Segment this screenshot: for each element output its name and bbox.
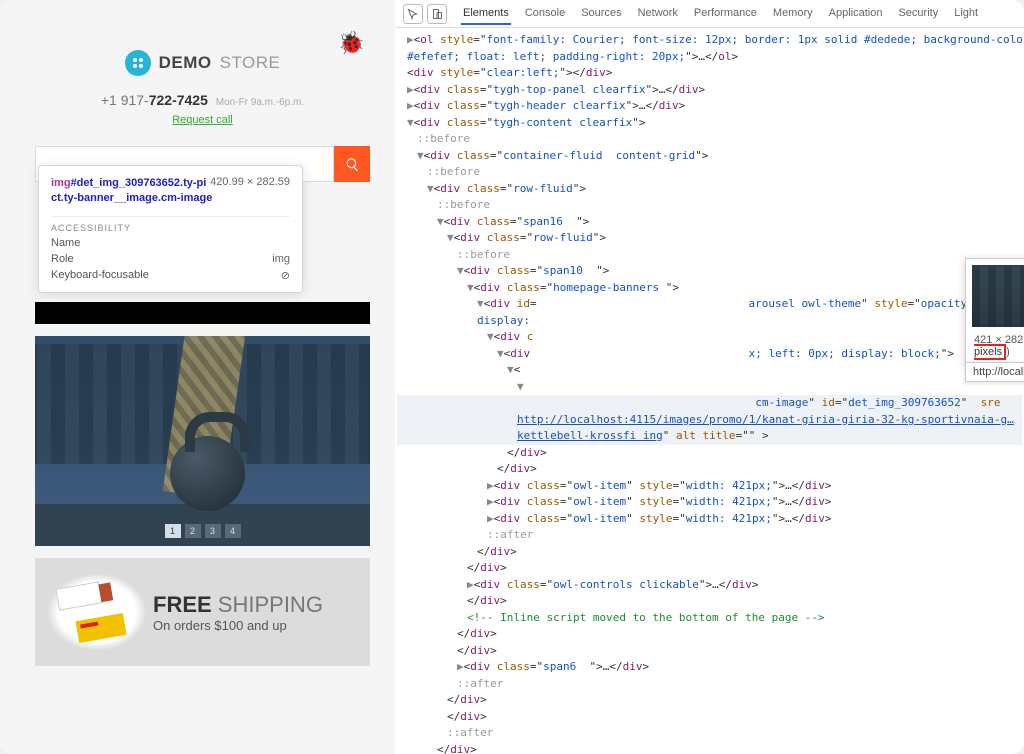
pager-dot[interactable]: 3 — [205, 524, 221, 538]
ship-text: FREE SHIPPING On orders $100 and up — [153, 592, 323, 633]
devtools-tab-sources[interactable]: Sources — [579, 3, 623, 25]
dom-line[interactable]: ::before — [397, 164, 1022, 181]
dom-line[interactable]: ::after — [397, 527, 1022, 544]
banner-image — [35, 336, 370, 546]
store-hours: Mon-Fr 9a.m.-6p.m. — [216, 97, 304, 108]
devtools-toolbar: Elements Console Sources Network Performance… — [395, 0, 1024, 28]
request-call-link[interactable]: Request call — [172, 114, 233, 126]
dom-line[interactable]: ::before — [397, 197, 1022, 214]
dom-line[interactable]: </div> — [397, 692, 1022, 709]
ship-free: FREE — [153, 592, 212, 617]
debug-bug-icon[interactable]: 🐞 — [338, 30, 365, 56]
dom-tree[interactable]: ▶<ol style="font-family: Courier; font-s… — [395, 28, 1024, 754]
dom-line[interactable]: ▼<div class="row-fluid"> — [397, 181, 1022, 198]
image-hover-card: 421 × 282 pixels (intrinsic 2896 × 1944 … — [965, 258, 1024, 364]
dom-line[interactable]: ::before — [397, 131, 1022, 148]
ship-sub: On orders $100 and up — [153, 618, 323, 633]
dom-line[interactable]: <div style="clear:left;"></div> — [397, 65, 1022, 82]
devtools-tab-memory[interactable]: Memory — [771, 3, 815, 25]
free-shipping-card[interactable]: FREE SHIPPING On orders $100 and up — [35, 558, 370, 666]
hero-banner[interactable]: 1234 — [35, 336, 370, 546]
dom-line[interactable]: </div> — [397, 709, 1022, 726]
element-inspect-popup: 420.99 × 282.59 img#det_img_309763652.ty… — [38, 165, 303, 293]
dom-line[interactable]: </div> — [397, 461, 1022, 478]
dom-line[interactable]: display: — [397, 313, 1022, 330]
dom-line[interactable]: ▼< — [397, 362, 1022, 379]
popup-selector: img#det_img_309763652.ty-pict.ty-banner_… — [51, 177, 212, 204]
dom-line[interactable]: ▶<ol style="font-family: Courier; font-s… — [397, 32, 1022, 49]
dom-line[interactable]: ▶<div class="owl-item" style="width: 421… — [397, 511, 1022, 528]
dom-line[interactable]: #efefef; float: left; padding-right: 20p… — [397, 49, 1022, 66]
dom-line[interactable]: </div> — [397, 560, 1022, 577]
app-frame: 🐞 DEMO STORE +1 917-722-7425 Mon-Fr 9a.m… — [0, 0, 1024, 754]
dom-line[interactable]: cm-image" id="det_img_309763652" sre — [397, 395, 1022, 412]
devtools-tab-security[interactable]: Security — [896, 3, 940, 25]
dom-line[interactable]: ▼<div class="span16 "> — [397, 214, 1022, 231]
dom-line[interactable]: ▼<div x; left: 0px; display: block;"> — [397, 346, 1022, 363]
dom-line[interactable]: ::after — [397, 725, 1022, 742]
devtools-tab-console[interactable]: Console — [523, 3, 567, 25]
devtools-tab-light[interactable]: Light — [952, 3, 980, 25]
store-logo[interactable]: DEMO STORE — [35, 50, 370, 76]
devtools-tabs: Elements Console Sources Network Performance… — [461, 3, 980, 25]
devtools-tab-network[interactable]: Network — [636, 3, 680, 25]
truck-icon — [47, 573, 147, 651]
dom-line[interactable]: </div> — [397, 544, 1022, 561]
url-tooltip: http://localhost:4115/images/promo/1/kan… — [965, 362, 1024, 382]
popup-heading: ACCESSIBILITY — [51, 216, 290, 233]
dom-line[interactable]: </div> — [397, 445, 1022, 462]
dom-line[interactable]: ▶<div class="owl-item" style="width: 421… — [397, 494, 1022, 511]
dom-line[interactable]: ▼<div id= arousel owl-theme" style="opac… — [397, 296, 1022, 313]
hover-dimensions: 421 × 282 pixels (intrinsic 2896 × 1944 … — [966, 329, 1024, 363]
popup-row: Keyboard-focusable⊘ — [51, 269, 290, 282]
popup-row: Name — [51, 237, 290, 249]
nav-blackbar[interactable] — [35, 302, 370, 324]
dom-line[interactable]: ::after — [397, 676, 1022, 693]
phone-row: +1 917-722-7425 Mon-Fr 9a.m.-6p.m. — [35, 92, 370, 108]
dom-line[interactable]: ▼<div class="span10 "> — [397, 263, 1022, 280]
dom-line[interactable]: ▼ — [397, 379, 1022, 396]
device-toggle-icon[interactable] — [427, 4, 447, 24]
phone-number: 722-7425 — [149, 92, 208, 108]
dom-line[interactable]: http://localhost:4115/images/promo/1/kan… — [397, 412, 1022, 429]
devtools-tab-performance[interactable]: Performance — [692, 3, 759, 25]
dom-line[interactable]: ▶<div class="tygh-top-panel clearfix">…<… — [397, 82, 1022, 99]
dom-line[interactable]: </div> — [397, 593, 1022, 610]
search-icon — [345, 157, 360, 172]
dom-line[interactable]: ▼<div class="container-fluid content-gri… — [397, 148, 1022, 165]
dom-line[interactable]: ▼<div class="tygh-content clearfix"> — [397, 115, 1022, 132]
pager-dot[interactable]: 4 — [225, 524, 241, 538]
dom-line[interactable]: ▶<div class="tygh-header clearfix">…</di… — [397, 98, 1022, 115]
banner-pager: 1234 — [165, 524, 241, 538]
dom-line[interactable]: ▼<div c — [397, 329, 1022, 346]
dom-line[interactable]: kettlebell-krossfi ing" alt title="" > — [397, 428, 1022, 445]
phone-prefix: +1 917- — [101, 92, 149, 108]
dom-line[interactable]: ▼<div class="row-fluid"> — [397, 230, 1022, 247]
hover-thumbnail — [972, 265, 1024, 327]
logo-icon — [125, 50, 151, 76]
devtools-pane: Elements Console Sources Network Performance… — [395, 0, 1024, 754]
inspect-tool-icon[interactable] — [403, 4, 423, 24]
pager-dot[interactable]: 2 — [185, 524, 201, 538]
dom-line[interactable]: ::before — [397, 247, 1022, 264]
dom-line[interactable]: <!-- Inline script moved to the bottom o… — [397, 610, 1022, 627]
dom-line[interactable]: </div> — [397, 643, 1022, 660]
request-call-row: Request call — [35, 110, 370, 128]
dom-line[interactable]: ▶<div class="span6 ">…</div> — [397, 659, 1022, 676]
brand-thin: STORE — [220, 53, 281, 73]
devtools-tab-application[interactable]: Application — [827, 3, 885, 25]
brand-bold: DEMO — [159, 53, 212, 73]
ship-word: SHIPPING — [212, 592, 323, 617]
devtools-tab-elements[interactable]: Elements — [461, 3, 511, 25]
popup-dimensions: 420.99 × 282.59 — [210, 176, 290, 188]
pager-dot[interactable]: 1 — [165, 524, 181, 538]
popup-row: Roleimg — [51, 253, 290, 265]
dom-line[interactable]: </div> — [397, 626, 1022, 643]
search-button[interactable] — [334, 146, 370, 182]
store-preview-pane: 🐞 DEMO STORE +1 917-722-7425 Mon-Fr 9a.m… — [0, 0, 395, 754]
dom-line[interactable]: ▶<div class="owl-item" style="width: 421… — [397, 478, 1022, 495]
dom-line[interactable]: ▼<div class="homepage-banners "> — [397, 280, 1022, 297]
dom-line[interactable]: ▶<div class="owl-controls clickable">…</… — [397, 577, 1022, 594]
dom-line[interactable]: </div> — [397, 742, 1022, 754]
